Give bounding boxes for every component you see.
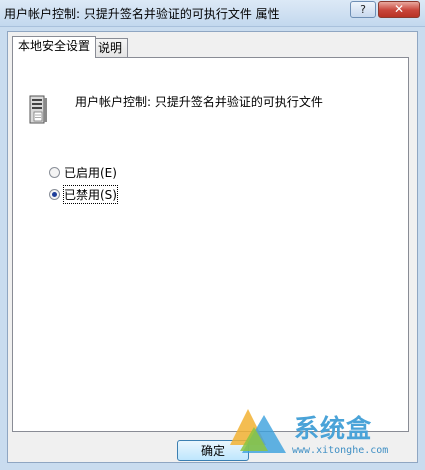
watermark-logo-icon xyxy=(230,409,286,453)
radio-enabled[interactable]: 已启用(E) xyxy=(49,164,117,181)
dialog-client-area: 本地安全设置 说明 用户帐户控制: 只提升签名并验证的可执行文件 已启用(E) … xyxy=(7,31,418,463)
window-title: 用户帐户控制: 只提升签名并验证的可执行文件 属性 xyxy=(4,7,280,21)
title-bar[interactable]: 用户帐户控制: 只提升签名并验证的可执行文件 属性 ? ✕ xyxy=(0,0,425,27)
radio-enabled-label[interactable]: 已启用(E) xyxy=(64,164,117,181)
watermark-url: www.xitonghe.com xyxy=(292,445,389,456)
tab-local-security-setting[interactable]: 本地安全设置 xyxy=(12,36,97,58)
watermark: 系统盒 www.xitonghe.com xyxy=(226,405,418,461)
radio-enabled-circle[interactable] xyxy=(49,167,60,178)
radio-disabled-label[interactable]: 已禁用(S) xyxy=(63,185,118,204)
server-policy-icon xyxy=(29,95,47,124)
close-button[interactable]: ✕ xyxy=(378,1,420,18)
tab-explain[interactable]: 说明 xyxy=(92,38,129,58)
policy-title: 用户帐户控制: 只提升签名并验证的可执行文件 xyxy=(75,95,323,109)
watermark-text: 系统盒 xyxy=(294,414,373,443)
radio-disabled[interactable]: 已禁用(S) xyxy=(49,185,118,204)
tab-panel: 用户帐户控制: 只提升签名并验证的可执行文件 已启用(E) 已禁用(S) xyxy=(12,57,409,432)
help-button[interactable]: ? xyxy=(350,1,376,18)
radio-disabled-circle[interactable] xyxy=(49,189,60,200)
